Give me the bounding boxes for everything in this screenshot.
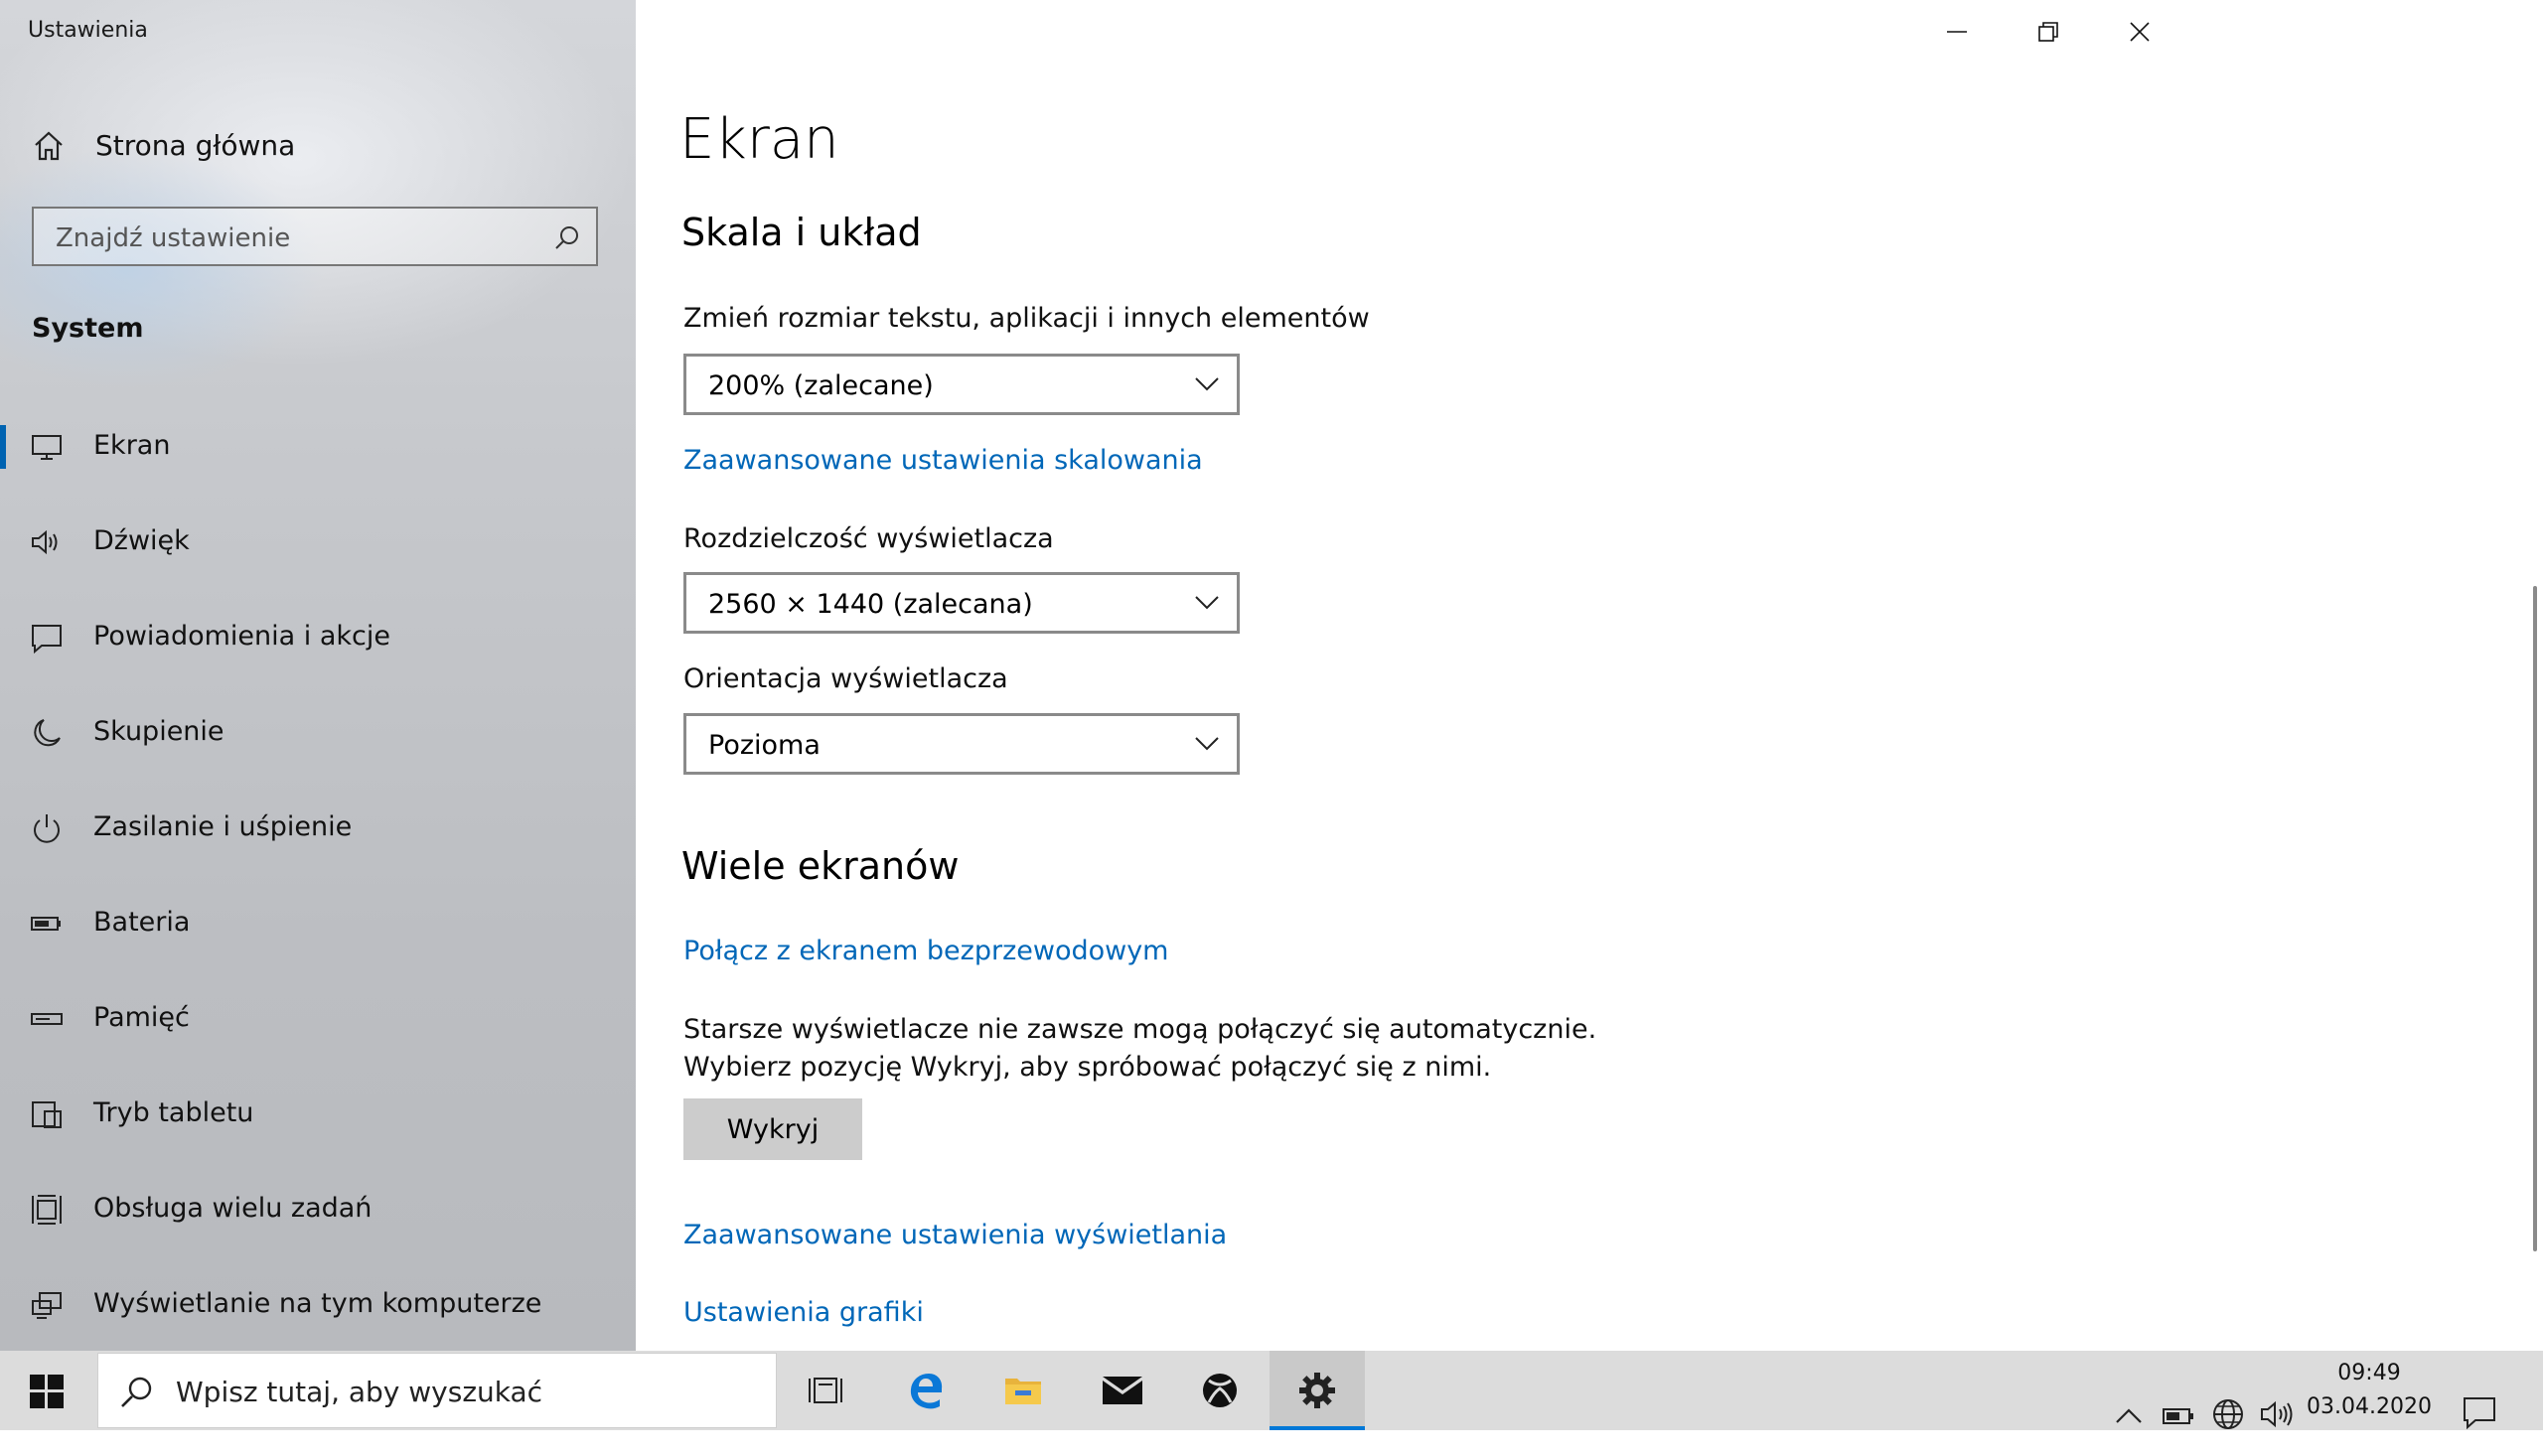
battery-icon (31, 917, 61, 931)
settings-content: Ekran Skala i układ Zmień rozmiar tekstu… (636, 0, 2543, 1351)
taskbar-search-placeholder: Wpisz tutaj, aby wyszukać (176, 1376, 543, 1408)
sidebar-home-label: Strona główna (95, 129, 296, 162)
sidebar-item-wyswietlanie[interactable]: Wyświetlanie na tym komputerze (0, 1273, 636, 1337)
sidebar-item-label: Bateria (93, 907, 191, 938)
text-size-value: 200% (zalecane) (708, 370, 934, 401)
text-size-label: Zmień rozmiar tekstu, aplikacji i innych… (683, 303, 1370, 334)
sidebar-item-label: Dźwięk (93, 525, 190, 556)
sidebar-item-zasilanie[interactable]: Zasilanie i uśpienie (0, 797, 636, 860)
sidebar-item-label: Skupienie (93, 716, 224, 747)
close-icon (2130, 22, 2150, 42)
sidebar: Ustawienia Strona główna System Ekran Dź… (0, 0, 636, 1351)
taskbar-edge[interactable] (878, 1351, 973, 1430)
graphics-settings-link[interactable]: Ustawienia grafiki (683, 1297, 924, 1328)
chevron-down-icon (1195, 737, 1219, 751)
detect-button[interactable]: Wykryj (683, 1098, 862, 1160)
close-button[interactable] (2094, 0, 2185, 64)
clock-date[interactable]: 03.04.2020 (2305, 1394, 2434, 1419)
taskbar-mail[interactable] (1073, 1351, 1168, 1430)
edge-icon (910, 1374, 943, 1409)
advanced-scaling-link[interactable]: Zaawansowane ustawienia skalowania (683, 445, 1203, 476)
network-globe-icon[interactable] (2211, 1375, 2245, 1454)
speaker-icon (32, 529, 58, 555)
file-explorer-icon (1005, 1379, 1041, 1404)
text-size-dropdown[interactable]: 200% (zalecane) (683, 354, 1240, 415)
taskbar-file-explorer[interactable] (975, 1351, 1071, 1430)
xbox-icon (1203, 1374, 1237, 1407)
detect-info-line-1: Starsze wyświetlacze nie zawsze mogą poł… (683, 1014, 1597, 1045)
restore-button[interactable] (2003, 0, 2094, 64)
search-icon (555, 226, 578, 249)
sidebar-section-title: System (32, 313, 144, 344)
home-icon (35, 131, 63, 161)
scale-section-heading: Skala i układ (681, 211, 922, 254)
chevron-down-icon (1195, 377, 1219, 391)
taskbar-settings[interactable] (1270, 1351, 1365, 1430)
wireless-display-link[interactable]: Połącz z ekranem bezprzewodowym (683, 936, 1168, 966)
mail-icon (1103, 1377, 1142, 1404)
settings-search-input[interactable] (54, 220, 534, 256)
minimize-button[interactable] (1911, 0, 2003, 64)
sidebar-item-label: Zasilanie i uśpienie (93, 811, 353, 842)
sidebar-item-pamiec[interactable]: Pamięć (0, 987, 636, 1051)
storage-icon (31, 1013, 63, 1025)
resolution-dropdown[interactable]: 2560 × 1440 (zalecana) (683, 572, 1240, 634)
sidebar-item-dzwiek[interactable]: Dźwięk (0, 510, 636, 574)
scrollbar[interactable] (2533, 586, 2537, 1251)
sidebar-item-skupienie[interactable]: Skupienie (0, 701, 636, 765)
sidebar-item-ekran[interactable]: Ekran (0, 415, 636, 479)
settings-search[interactable] (32, 207, 598, 266)
sidebar-item-powiadomienia[interactable]: Powiadomienia i akcje (0, 606, 636, 669)
action-center-icon[interactable] (2462, 1373, 2497, 1452)
taskbar: Wpisz tutaj, aby wyszukać 09:49 03.04.20… (0, 1351, 2543, 1430)
resolution-label: Rozdzielczość wyświetlacza (683, 523, 1054, 554)
window-title: Ustawienia (28, 18, 148, 43)
project-icon (32, 1292, 62, 1319)
sidebar-item-label: Ekran (93, 430, 171, 461)
orientation-label: Orientacja wyświetlacza (683, 663, 1008, 694)
windows-logo-icon (30, 1375, 64, 1408)
start-button[interactable] (0, 1351, 95, 1430)
sidebar-item-tryb-tabletu[interactable]: Tryb tabletu (0, 1083, 636, 1146)
sidebar-home[interactable]: Strona główna (0, 117, 636, 173)
settings-icon (1299, 1373, 1335, 1408)
sidebar-item-label: Obsługa wielu zadań (93, 1193, 373, 1224)
sidebar-item-label: Powiadomienia i akcje (93, 621, 391, 652)
sidebar-item-label: Tryb tabletu (93, 1097, 254, 1128)
taskbar-search[interactable]: Wpisz tutaj, aby wyszukać (97, 1353, 777, 1428)
task-view-icon (809, 1378, 842, 1403)
taskbar-xbox[interactable] (1172, 1351, 1268, 1430)
tablet-icon (32, 1101, 62, 1128)
orientation-value: Pozioma (708, 730, 821, 761)
moon-icon (34, 719, 61, 747)
orientation-dropdown[interactable]: Pozioma (683, 713, 1240, 775)
advanced-display-link[interactable]: Zaawansowane ustawienia wyświetlania (683, 1220, 1227, 1250)
page-title: Ekran (679, 107, 839, 172)
notification-icon (32, 625, 62, 655)
chevron-down-icon (1195, 596, 1219, 610)
clock-time[interactable]: 09:49 (2315, 1361, 2424, 1385)
restore-icon (2038, 22, 2058, 42)
search-icon (121, 1377, 152, 1407)
multi-display-heading: Wiele ekranów (681, 844, 960, 888)
sidebar-item-label: Pamięć (93, 1002, 190, 1033)
sidebar-item-wielozadaniowosc[interactable]: Obsługa wielu zadań (0, 1178, 636, 1241)
sidebar-item-bateria[interactable]: Bateria (0, 892, 636, 955)
sidebar-item-label: Wyświetlanie na tym komputerze (93, 1288, 542, 1319)
taskbar-task-view[interactable] (779, 1351, 874, 1430)
chevron-up-icon[interactable] (2114, 1377, 2144, 1456)
monitor-icon (32, 435, 62, 460)
power-icon (34, 814, 60, 843)
detect-info-line-2: Wybierz pozycję Wykryj, aby spróbować po… (683, 1052, 1492, 1083)
minimize-icon (1947, 31, 1967, 33)
multitasking-icon (32, 1195, 62, 1225)
resolution-value: 2560 × 1440 (zalecana) (708, 589, 1033, 620)
battery-icon[interactable] (2162, 1377, 2197, 1456)
volume-icon[interactable] (2259, 1375, 2297, 1454)
